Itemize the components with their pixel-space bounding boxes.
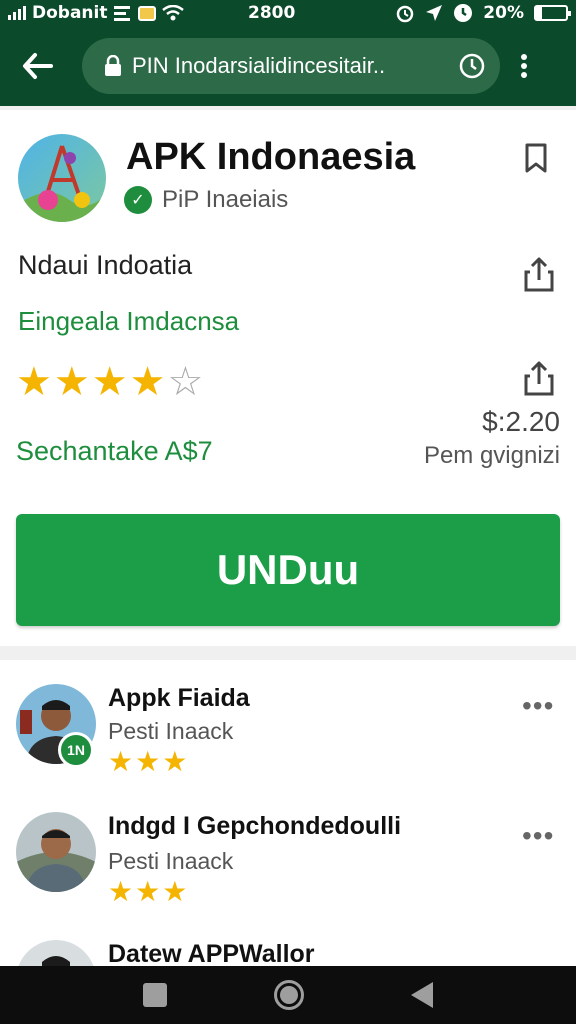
app-subtitle: Ndaui Indoatia xyxy=(18,250,193,280)
back-icon[interactable] xyxy=(410,982,433,1008)
status-time: 2800 xyxy=(247,3,296,23)
star-filled-icon: ★ xyxy=(162,746,188,777)
reviewer-name: Appk Fiaida xyxy=(108,684,250,712)
system-nav-bar xyxy=(0,966,576,1024)
review-item[interactable]: Indgd I Gepchondedoulli Pesti Inaack ★ ★ ★… xyxy=(0,790,576,910)
share-button[interactable] xyxy=(522,256,556,299)
star-filled-icon: ★ xyxy=(108,876,134,907)
app-price: $:2.20 xyxy=(482,406,560,437)
review-more-button[interactable]: ••• xyxy=(522,820,554,852)
reviewer-name: Indgd I Gepchondedoulli xyxy=(108,812,402,840)
review-item[interactable]: 1N Appk Fiaida Pesti Inaack ★ ★ ★ ••• xyxy=(0,660,576,780)
review-meta: Pesti Inaack xyxy=(108,848,234,874)
rating-stars: ★ ★ ★ ★ ☆ xyxy=(16,362,203,402)
promo-text[interactable]: Sechantake A$7 xyxy=(16,436,213,467)
star-filled-icon: ★ xyxy=(108,746,134,777)
review-stars: ★ ★ ★ xyxy=(108,878,187,906)
review-stars: ★ ★ ★ xyxy=(108,748,187,776)
alarm-icon xyxy=(397,5,414,23)
clock-icon xyxy=(454,4,473,22)
install-button[interactable]: UNDuu xyxy=(16,514,560,626)
lock-icon xyxy=(105,55,121,76)
location-icon xyxy=(426,5,443,21)
status-right: 20% xyxy=(395,3,571,23)
star-filled-icon: ★ xyxy=(135,746,161,777)
star-filled-icon: ★ xyxy=(162,876,188,907)
developer-row[interactable]: ✓ PiP Inaeiais xyxy=(124,186,288,214)
price-note: Pem gvignizi xyxy=(423,442,560,469)
upload-button[interactable] xyxy=(522,360,556,403)
review-more-button[interactable]: ••• xyxy=(522,690,554,722)
star-filled-icon: ★ xyxy=(53,360,90,404)
app-details-card: APK Indonaesia ✓ PiP Inaeiais Ndaui Indo… xyxy=(0,110,576,646)
app-category[interactable]: Eingeala Imdacnsa xyxy=(18,306,239,337)
review-meta: Pesti Inaack xyxy=(108,718,234,744)
signal-icon xyxy=(8,6,26,20)
notification-icon xyxy=(137,5,156,21)
app-logo-icon xyxy=(18,134,106,222)
browser-toolbar: PIN Inodarsialidincesitair.. xyxy=(0,26,576,106)
avatar[interactable] xyxy=(16,812,96,892)
star-filled-icon: ★ xyxy=(129,360,166,404)
more-vert-icon xyxy=(521,54,527,78)
star-filled-icon: ★ xyxy=(91,360,128,404)
app-icon[interactable] xyxy=(18,134,106,222)
carrier-name: Dobanit xyxy=(32,3,108,23)
back-button[interactable] xyxy=(14,42,62,90)
history-icon[interactable] xyxy=(458,52,486,80)
upload-icon xyxy=(524,361,554,396)
url-text: PIN Inodarsialidincesitair.. xyxy=(132,53,386,78)
wifi-icon xyxy=(161,5,184,21)
menu-lines-icon xyxy=(113,6,130,21)
star-filled-icon: ★ xyxy=(135,876,161,907)
status-bar: Dobanit 2800 20% xyxy=(0,0,576,26)
recents-icon[interactable] xyxy=(143,983,168,1007)
verified-icon: ✓ xyxy=(124,186,152,214)
app-title: APK Indonaesia xyxy=(126,136,416,178)
reviews-list: 1N Appk Fiaida Pesti Inaack ★ ★ ★ ••• Indg… xyxy=(0,660,576,966)
more-menu-button[interactable] xyxy=(504,42,544,90)
bookmark-button[interactable] xyxy=(522,142,550,179)
battery-percent: 20% xyxy=(483,3,524,23)
person-avatar-icon xyxy=(16,812,96,892)
status-left: Dobanit xyxy=(8,3,208,23)
battery-icon xyxy=(534,5,571,21)
reviewer-badge: 1N xyxy=(58,732,94,768)
bookmark-icon xyxy=(525,143,547,173)
reviewer-name: Datew APPWallor xyxy=(108,940,315,966)
developer-name: PiP Inaeiais xyxy=(162,186,289,213)
star-filled-icon: ★ xyxy=(16,360,52,404)
url-field[interactable]: PIN Inodarsialidincesitair.. xyxy=(82,38,500,94)
star-empty-icon: ☆ xyxy=(167,360,204,404)
review-item[interactable]: Datew APPWallor xyxy=(0,920,576,966)
back-arrow-icon xyxy=(23,53,53,79)
share-icon xyxy=(524,257,554,292)
person-avatar-icon xyxy=(16,940,96,966)
home-icon[interactable] xyxy=(273,980,304,1010)
avatar[interactable] xyxy=(16,940,96,966)
